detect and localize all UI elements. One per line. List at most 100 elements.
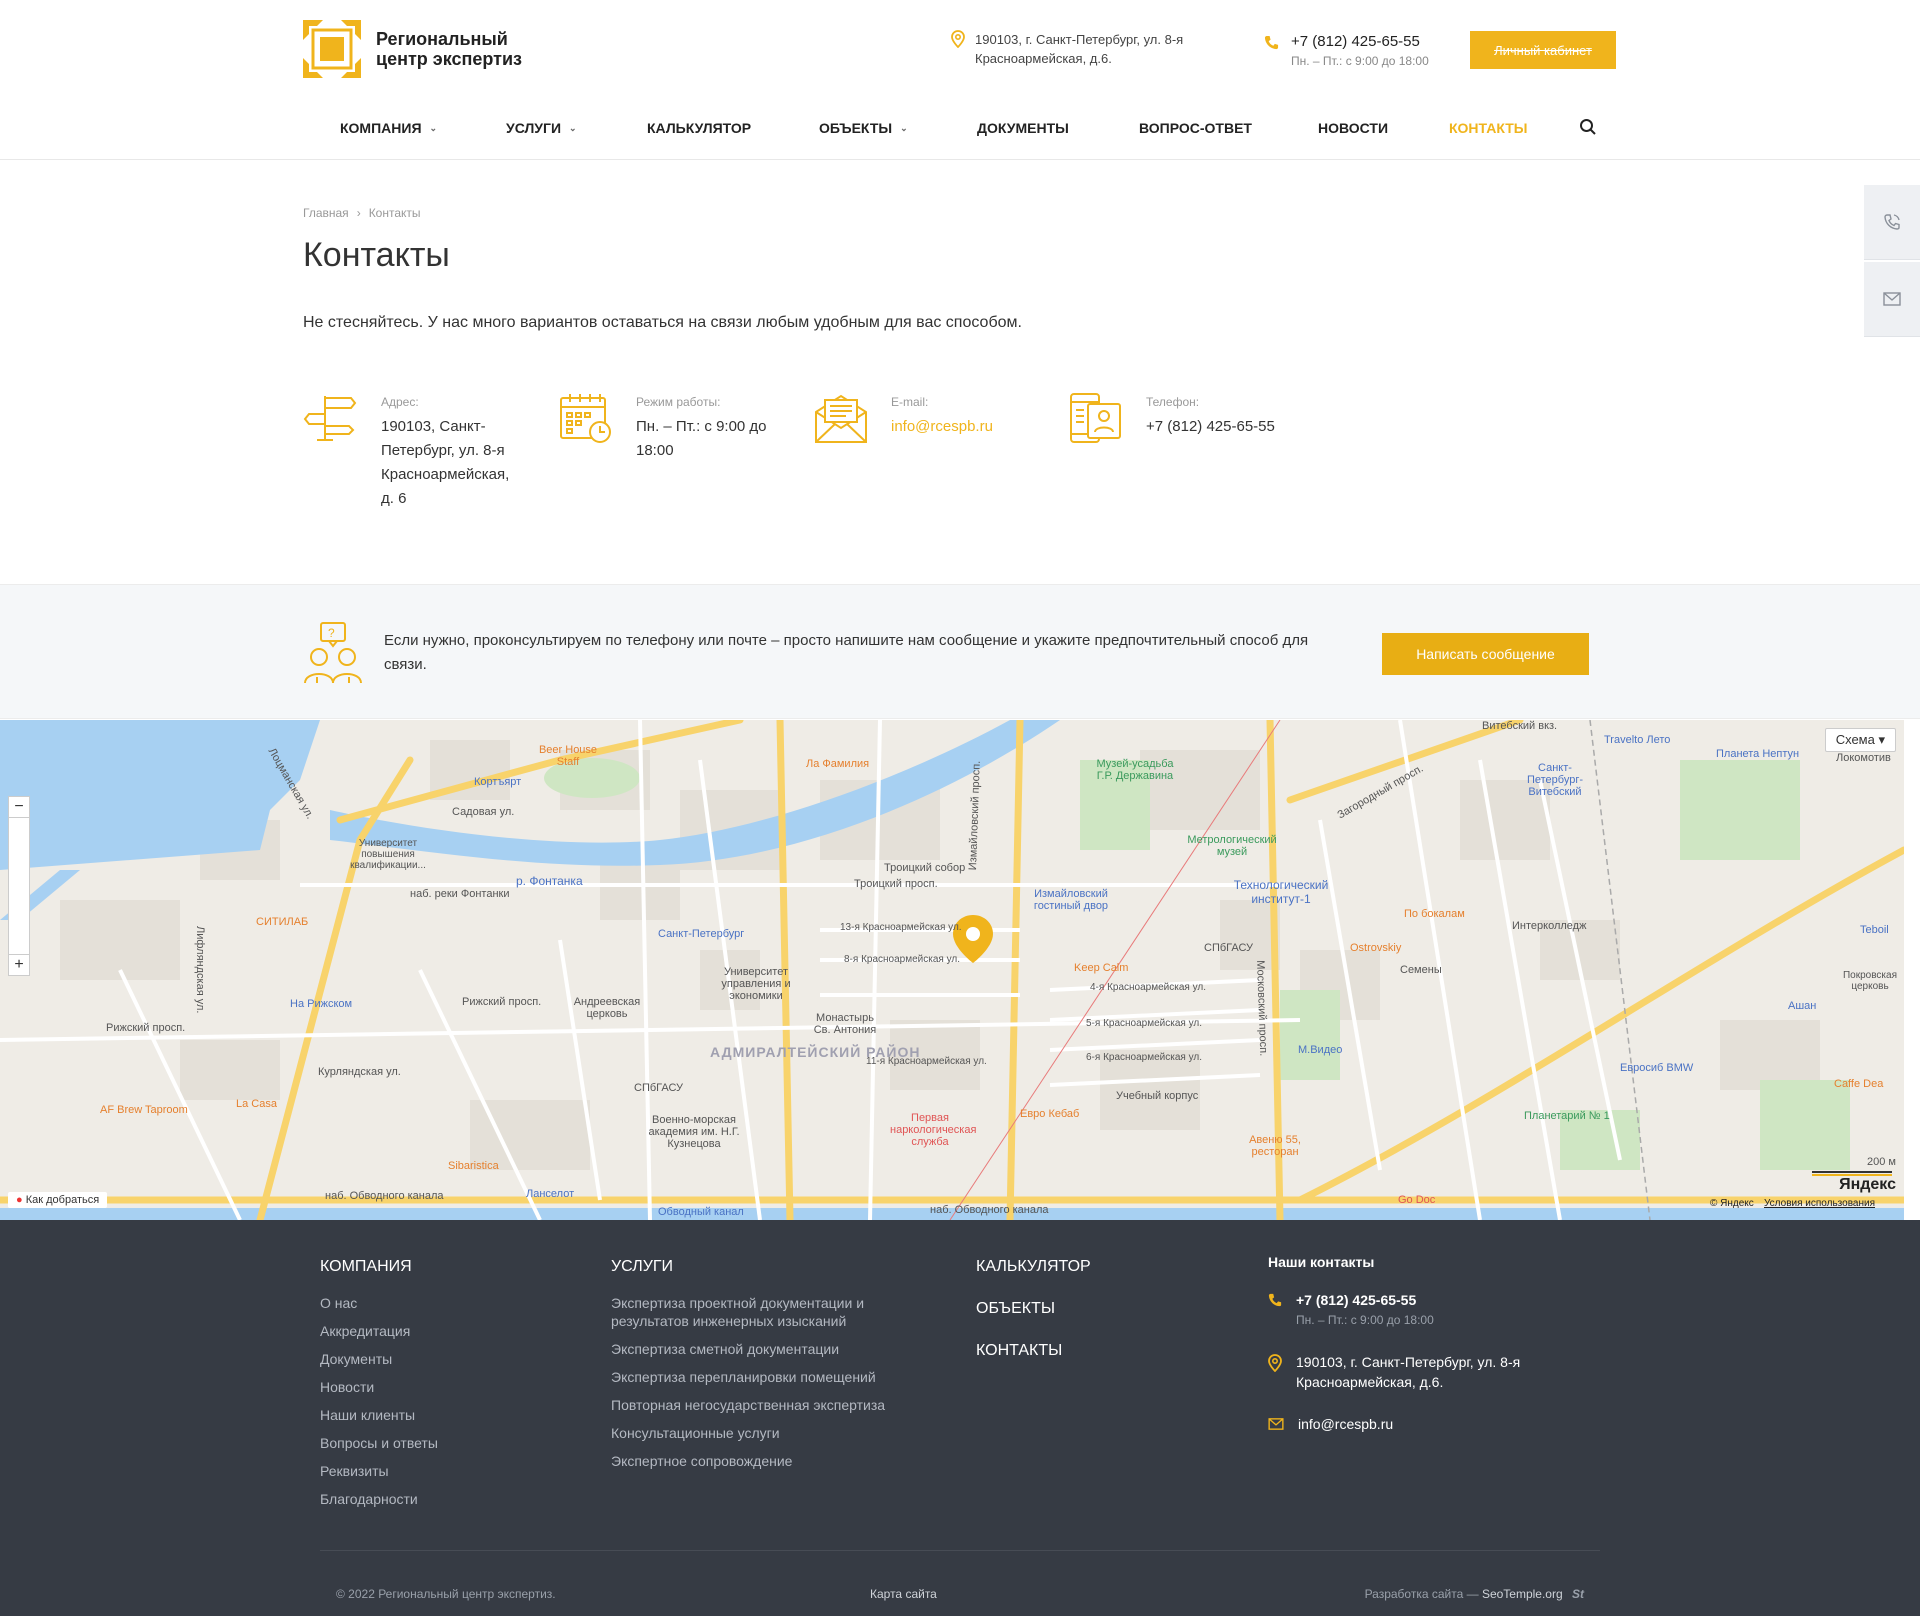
map-poi-label[interactable]: Go Doc xyxy=(1398,1194,1435,1206)
footer-link[interactable]: Повторная негосударственная экспертиза xyxy=(611,1396,931,1414)
footer-phone-number[interactable]: +7 (812) 425-65-55 xyxy=(1296,1290,1434,1310)
map-poi-label[interactable]: М.Видео xyxy=(1298,1044,1342,1056)
footer-link[interactable]: Экспертиза перепланировки помещений xyxy=(611,1368,931,1386)
map-poi-label[interactable]: СПбГАСУ xyxy=(634,1082,683,1094)
page-intro: Не стесняйтесь. У нас много вариантов ос… xyxy=(303,314,1022,331)
cabinet-button[interactable]: Личный кабинет xyxy=(1470,31,1616,69)
footer-heading[interactable]: Услуги xyxy=(611,1258,931,1276)
map-poi-label[interactable]: Sibaristica xyxy=(448,1160,499,1172)
map-poi-label[interactable]: Метрологический музей xyxy=(1182,834,1282,858)
map-poi-label[interactable]: Университет повышения квалификации... xyxy=(338,838,438,871)
side-mail-button[interactable] xyxy=(1864,262,1920,337)
logo-icon xyxy=(303,20,361,78)
footer-link[interactable]: Аккредитация xyxy=(320,1322,570,1340)
map-poi-label[interactable]: На Рижском xyxy=(290,998,352,1010)
logo[interactable]: Региональный центр экспертиз xyxy=(303,20,526,78)
footer-sitemap-link[interactable]: Карта сайта xyxy=(870,1587,937,1601)
map-poi-label[interactable]: Измайловский гостиный двор xyxy=(1026,888,1116,912)
header-phone[interactable]: +7 (812) 425-65-55 xyxy=(1291,32,1429,52)
contact-label: Адрес: xyxy=(381,395,419,409)
nav-item-calculator[interactable]: Калькулятор xyxy=(647,120,751,136)
map-poi-label[interactable]: Travelto Лето xyxy=(1604,734,1670,746)
footer-heading-objects[interactable]: Объекты xyxy=(976,1300,1176,1318)
footer-link[interactable]: Экспертиза сметной документации xyxy=(611,1340,931,1358)
map-poi-label[interactable]: Андреевская церковь xyxy=(572,996,642,1020)
map-poi-label[interactable]: Евросиб BMW xyxy=(1620,1062,1693,1074)
write-message-button[interactable]: Написать сообщение xyxy=(1382,633,1589,675)
map-poi-label[interactable]: Авеню 55, ресторан xyxy=(1240,1134,1310,1158)
footer-services: Услуги Экспертиза проектной документации… xyxy=(611,1258,931,1480)
footer-link[interactable]: О нас xyxy=(320,1294,570,1312)
map-poi-label[interactable]: СИТИЛАБ xyxy=(256,916,308,928)
footer-link[interactable]: Консультационные услуги xyxy=(611,1424,931,1442)
footer-heading-calculator[interactable]: Калькулятор xyxy=(976,1258,1176,1276)
map-poi-label[interactable]: Планета Нептун xyxy=(1716,748,1799,760)
map-poi-label[interactable]: Военно-морская академия им. Н.Г. Кузнецо… xyxy=(644,1114,744,1150)
footer-link[interactable]: Экспертное сопровождение xyxy=(611,1452,931,1470)
map-poi-label[interactable]: La Casa xyxy=(236,1098,277,1110)
map[interactable]: АДМИРАЛТЕЙСКИЙ РАЙОН р. Фонтанка наб. ре… xyxy=(0,720,1904,1220)
map-route-button[interactable]: ● Как добраться xyxy=(8,1192,108,1208)
side-callback-button[interactable] xyxy=(1864,185,1920,260)
zoom-in-icon[interactable]: + xyxy=(9,954,29,975)
nav-item-contacts[interactable]: Контакты xyxy=(1449,120,1527,136)
search-icon[interactable] xyxy=(1579,118,1597,141)
map-poi-label[interactable]: Троицкий собор xyxy=(884,862,965,874)
map-poi-label[interactable]: Ostrovskiy xyxy=(1350,942,1401,954)
map-label: 8-я Красноармейская ул. xyxy=(844,954,961,965)
nav-item-documents[interactable]: Документы xyxy=(977,120,1069,136)
contact-email-link[interactable]: info@rcespb.ru xyxy=(891,415,993,439)
footer-heading-contacts[interactable]: Контакты xyxy=(976,1342,1176,1360)
footer-link[interactable]: Документы xyxy=(320,1350,570,1368)
nav-item-objects[interactable]: Объекты ⌄ xyxy=(819,120,908,136)
map-label: Семены xyxy=(1400,964,1442,976)
footer-email-link[interactable]: info@rcespb.ru xyxy=(1298,1414,1393,1434)
map-poi-label[interactable]: Санкт-Петербург xyxy=(658,928,744,940)
map-terms-link[interactable]: Условия использования xyxy=(1764,1198,1875,1209)
footer-link[interactable]: Экспертиза проектной документации и резу… xyxy=(611,1294,931,1330)
map-poi-label[interactable]: Евро Кебаб xyxy=(1020,1108,1079,1120)
footer-link[interactable]: Наши клиенты xyxy=(320,1406,570,1424)
breadcrumb-home[interactable]: Главная xyxy=(303,206,349,220)
map-scheme-select[interactable]: Схема ▾ xyxy=(1824,728,1896,752)
footer-link[interactable]: Реквизиты xyxy=(320,1462,570,1480)
developer-link[interactable]: SeoTemple.org xyxy=(1482,1587,1563,1601)
map-poi-label[interactable]: Технологический институт-1 xyxy=(1226,878,1336,906)
map-poi-label[interactable]: Учебный корпус xyxy=(1116,1090,1198,1102)
footer-link[interactable]: Благодарности xyxy=(320,1490,570,1508)
map-poi-label[interactable]: Санкт-Петербург-Витебский xyxy=(1520,762,1590,798)
map-poi-label[interactable]: Ашан xyxy=(1788,1000,1816,1012)
map-poi-label[interactable]: AF Brew Taproom xyxy=(100,1104,188,1116)
map-poi-label[interactable]: Интерколледж xyxy=(1512,920,1586,932)
zoom-out-icon[interactable]: − xyxy=(9,797,29,818)
nav-item-services[interactable]: Услуги ⌄ xyxy=(506,120,577,136)
footer-heading: Наши контакты xyxy=(1268,1254,1375,1270)
nav-item-company[interactable]: Компания ⌄ xyxy=(340,120,437,136)
map-zoom-control[interactable]: − + xyxy=(8,796,30,976)
footer-heading[interactable]: Компания xyxy=(320,1258,570,1276)
phone-icon xyxy=(1268,1293,1282,1307)
map-poi-label[interactable]: Ланселот xyxy=(526,1188,574,1200)
footer-link[interactable]: Новости xyxy=(320,1378,570,1396)
map-poi-label[interactable]: По бокалам xyxy=(1404,908,1465,920)
nav-item-faq[interactable]: Вопрос-ответ xyxy=(1139,120,1252,136)
map-poi-label[interactable]: Планетарий № 1 xyxy=(1524,1110,1610,1122)
map-poi-label[interactable]: Кортъярт xyxy=(474,776,521,788)
map-poi-label[interactable]: Keep Calm xyxy=(1074,962,1128,974)
map-poi-label[interactable]: Первая наркологическая служба xyxy=(890,1112,976,1148)
map-label: 4-я Красноармейская ул. xyxy=(1090,982,1207,993)
map-copyright: © Яндекс xyxy=(1710,1198,1754,1209)
map-poi-label[interactable]: Ла Фамилия xyxy=(806,758,869,770)
footer-link[interactable]: Вопросы и ответы xyxy=(320,1434,570,1452)
map-poi-label[interactable]: Beer House Staff xyxy=(538,744,598,768)
map-poi-label[interactable]: Caffe Dea xyxy=(1834,1078,1883,1090)
map-poi-label[interactable]: Покровская церковь xyxy=(1840,970,1900,992)
nav-item-news[interactable]: Новости xyxy=(1318,120,1388,136)
map-label: Лифляндская ул. xyxy=(194,926,206,1014)
map-poi-label[interactable]: Музей-усадьба Г.Р. Державина xyxy=(1090,758,1180,782)
map-poi-label[interactable]: Teboil xyxy=(1860,924,1889,936)
map-poi-label[interactable]: Университет управления и экономики xyxy=(716,966,796,1002)
contact-value[interactable]: +7 (812) 425-65-55 xyxy=(1146,415,1275,439)
map-poi-label[interactable]: Монастырь Св. Антония xyxy=(810,1012,880,1036)
map-poi-label[interactable]: СПбГАСУ xyxy=(1204,942,1253,954)
